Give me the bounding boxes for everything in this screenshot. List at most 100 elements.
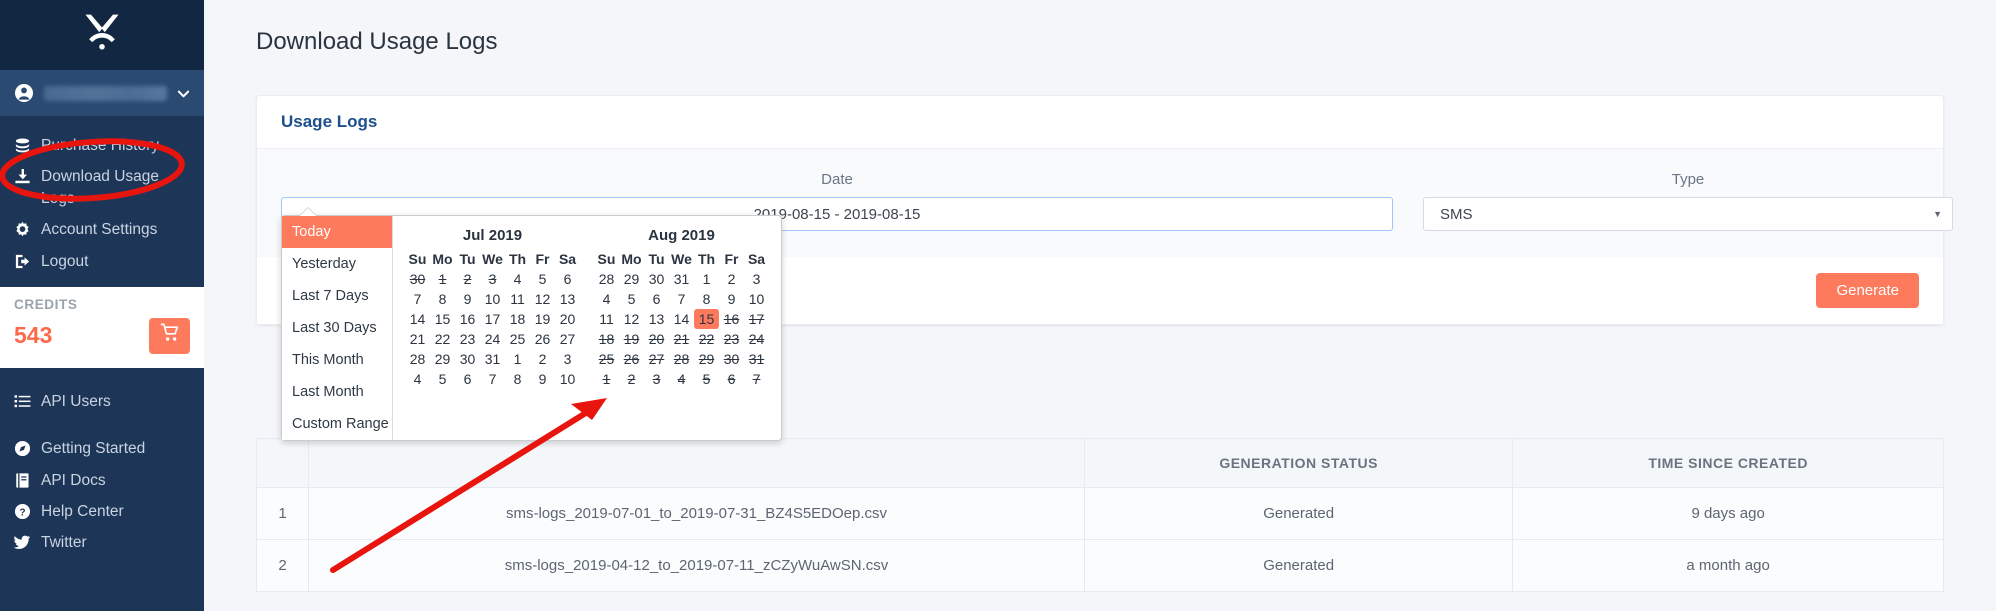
calendar-day[interactable]: 22 xyxy=(430,329,455,349)
calendar-day[interactable]: 6 xyxy=(555,269,580,289)
sidebar-item-account-settings[interactable]: Account Settings xyxy=(0,214,204,245)
calendar-day[interactable]: 22 xyxy=(694,329,719,349)
calendar-day[interactable]: 30 xyxy=(455,349,480,369)
type-select[interactable]: SMS ▼ xyxy=(1423,197,1953,231)
calendar-day[interactable]: 5 xyxy=(530,269,555,289)
calendar-day[interactable]: 10 xyxy=(555,369,580,389)
sidebar-item-logout[interactable]: Logout xyxy=(0,246,204,277)
calendar-day[interactable]: 25 xyxy=(505,329,530,349)
calendar-day[interactable]: 13 xyxy=(644,309,669,329)
calendar-day[interactable]: 3 xyxy=(744,269,769,289)
row-filename-link[interactable]: sms-logs_2019-04-12_to_2019-07-11_zCZyWu… xyxy=(307,539,1086,592)
calendar-day[interactable]: 3 xyxy=(480,269,505,289)
calendar-day[interactable]: 27 xyxy=(555,329,580,349)
sidebar-item-getting-started[interactable]: Getting Started xyxy=(0,433,204,464)
calendar-day[interactable]: 6 xyxy=(644,289,669,309)
calendar-day[interactable]: 25 xyxy=(594,349,619,369)
calendar-day[interactable]: 2 xyxy=(455,269,480,289)
calendar-day[interactable]: 7 xyxy=(405,289,430,309)
calendar-day[interactable]: 19 xyxy=(530,309,555,329)
calendar-day[interactable]: 12 xyxy=(619,309,644,329)
range-today[interactable]: Today xyxy=(282,216,392,248)
calendar-day[interactable]: 19 xyxy=(619,329,644,349)
calendar-day[interactable]: 4 xyxy=(405,369,430,389)
calendar-day[interactable]: 31 xyxy=(669,269,694,289)
range-last-month[interactable]: Last Month xyxy=(282,376,392,408)
calendar-day[interactable]: 18 xyxy=(594,329,619,349)
calendar-day[interactable]: 27 xyxy=(644,349,669,369)
calendar-day[interactable]: 8 xyxy=(694,289,719,309)
logo-area[interactable] xyxy=(0,0,204,70)
range-last-30-days[interactable]: Last 30 Days xyxy=(282,312,392,344)
calendar-day[interactable]: 1 xyxy=(505,349,530,369)
calendar-day[interactable]: 18 xyxy=(505,309,530,329)
calendar-day[interactable]: 15 xyxy=(430,309,455,329)
calendar-day[interactable]: 12 xyxy=(530,289,555,309)
calendar-day[interactable]: 31 xyxy=(480,349,505,369)
calendar-day[interactable]: 30 xyxy=(719,349,744,369)
date-range-picker[interactable]: Today Yesterday Last 7 Days Last 30 Days… xyxy=(281,207,782,441)
calendar-day[interactable]: 1 xyxy=(430,269,455,289)
calendar-day[interactable]: 6 xyxy=(455,369,480,389)
user-account-row[interactable] xyxy=(0,70,204,116)
calendar-day[interactable]: 17 xyxy=(480,309,505,329)
calendar-day[interactable]: 24 xyxy=(480,329,505,349)
calendar-day[interactable]: 29 xyxy=(619,269,644,289)
buy-credits-button[interactable] xyxy=(149,317,190,354)
calendar-day[interactable]: 28 xyxy=(669,349,694,369)
calendar-day[interactable]: 14 xyxy=(669,309,694,329)
chevron-down-icon[interactable] xyxy=(177,87,190,100)
calendar-day[interactable]: 6 xyxy=(719,369,744,389)
calendar-day[interactable]: 16 xyxy=(455,309,480,329)
range-this-month[interactable]: This Month xyxy=(282,344,392,376)
calendar-day[interactable]: 8 xyxy=(505,369,530,389)
calendar-day[interactable]: 3 xyxy=(644,369,669,389)
generate-button[interactable]: Generate xyxy=(1816,273,1919,308)
calendar-day[interactable]: 23 xyxy=(719,329,744,349)
calendar-day[interactable]: 31 xyxy=(744,349,769,369)
calendar-day[interactable]: 4 xyxy=(505,269,530,289)
calendar-day[interactable]: 9 xyxy=(719,289,744,309)
calendar-day[interactable]: 24 xyxy=(744,329,769,349)
calendar-day[interactable]: 11 xyxy=(505,289,530,309)
calendar-day[interactable]: 7 xyxy=(480,369,505,389)
calendar-day[interactable]: 13 xyxy=(555,289,580,309)
calendar-day[interactable]: 30 xyxy=(644,269,669,289)
calendar-day[interactable]: 9 xyxy=(530,369,555,389)
calendar-day[interactable]: 23 xyxy=(455,329,480,349)
calendar-day[interactable]: 4 xyxy=(669,369,694,389)
calendar-day[interactable]: 1 xyxy=(594,369,619,389)
calendar-day[interactable]: 11 xyxy=(594,309,619,329)
sidebar-item-api-users[interactable]: API Users xyxy=(0,386,204,417)
calendar-day[interactable]: 20 xyxy=(644,329,669,349)
sidebar-item-purchase-history[interactable]: Purchase History xyxy=(0,130,204,161)
calendar-day[interactable]: 29 xyxy=(694,349,719,369)
calendar-day[interactable]: 17 xyxy=(744,309,769,329)
calendar-day[interactable]: 2 xyxy=(530,349,555,369)
calendar-day[interactable]: 5 xyxy=(619,289,644,309)
calendar-day[interactable]: 15 xyxy=(694,309,719,329)
calendar-day[interactable]: 9 xyxy=(455,289,480,309)
calendar-day[interactable]: 20 xyxy=(555,309,580,329)
calendar-day[interactable]: 29 xyxy=(430,349,455,369)
calendar-day[interactable]: 1 xyxy=(694,269,719,289)
calendar-day[interactable]: 2 xyxy=(619,369,644,389)
sidebar-item-api-docs[interactable]: API Docs xyxy=(0,465,204,496)
calendar-day[interactable]: 26 xyxy=(530,329,555,349)
calendar-day[interactable]: 10 xyxy=(480,289,505,309)
sidebar-item-download-usage-logs[interactable]: Download Usage Logs xyxy=(0,161,204,214)
calendar-day[interactable]: 8 xyxy=(430,289,455,309)
calendar-day[interactable]: 5 xyxy=(694,369,719,389)
calendar-day[interactable]: 5 xyxy=(430,369,455,389)
calendar-day[interactable]: 16 xyxy=(719,309,744,329)
calendar-day[interactable]: 3 xyxy=(555,349,580,369)
calendar-day[interactable]: 2 xyxy=(719,269,744,289)
calendar-day[interactable]: 21 xyxy=(405,329,430,349)
calendar-day[interactable]: 30 xyxy=(405,269,430,289)
range-yesterday[interactable]: Yesterday xyxy=(282,248,392,280)
calendar-day[interactable]: 10 xyxy=(744,289,769,309)
range-last-7-days[interactable]: Last 7 Days xyxy=(282,280,392,312)
calendar-day[interactable]: 7 xyxy=(744,369,769,389)
row-filename-link[interactable]: sms-logs_2019-07-01_to_2019-07-31_BZ4S5E… xyxy=(307,487,1086,540)
calendar-day[interactable]: 28 xyxy=(405,349,430,369)
